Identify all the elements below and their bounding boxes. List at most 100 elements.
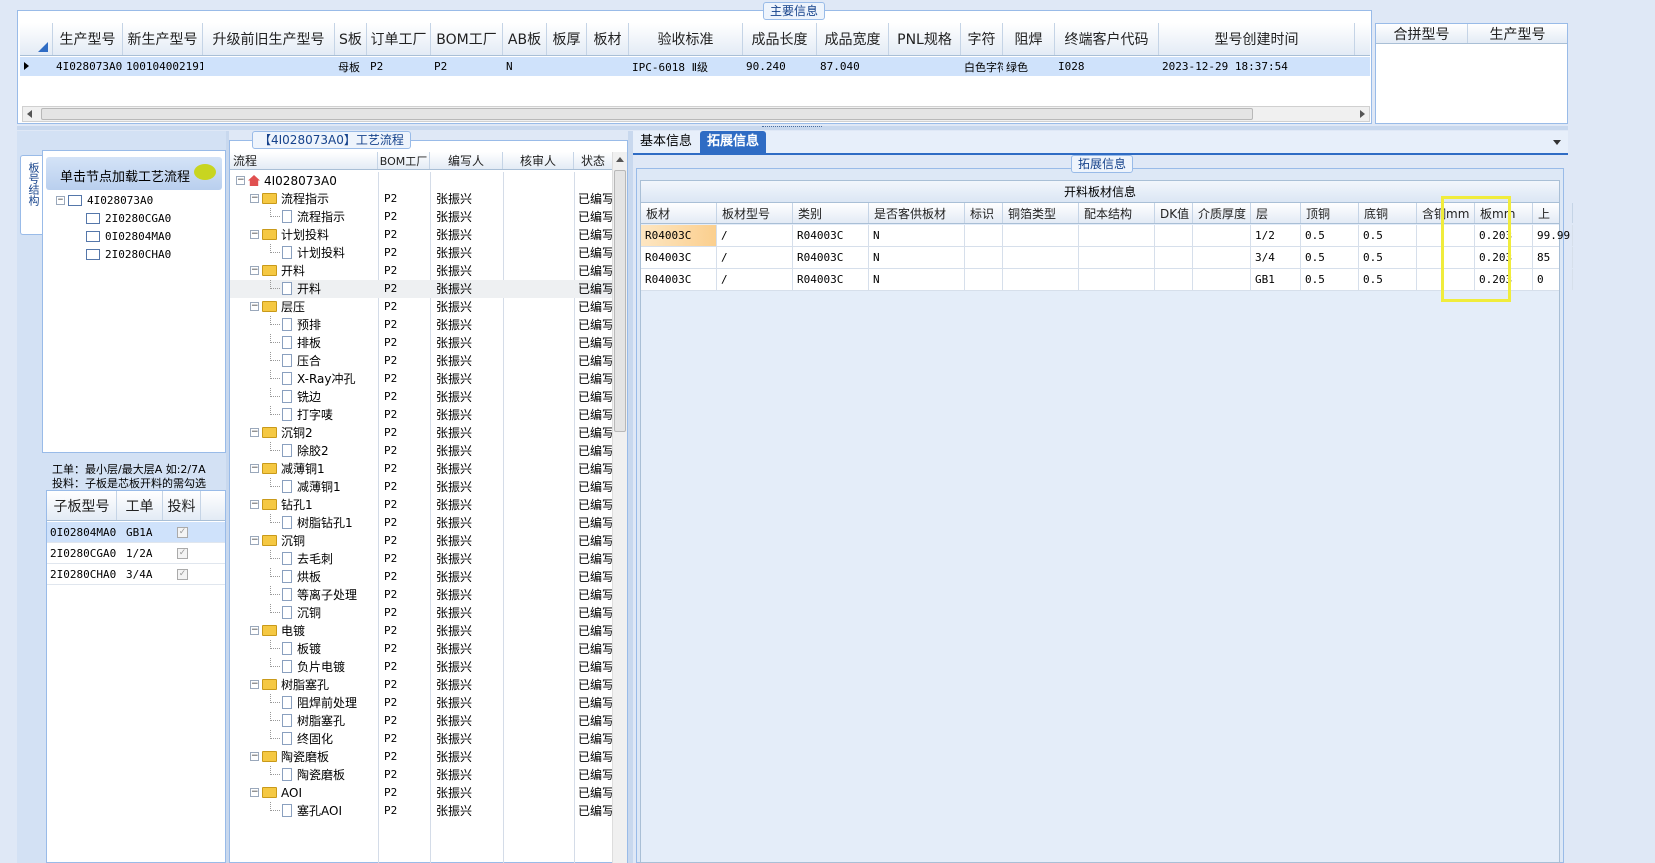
collapse-icon[interactable]: − <box>250 680 259 689</box>
material-cell[interactable]: R04003C <box>793 225 869 246</box>
vertical-splitter-left[interactable] <box>226 131 229 863</box>
main-info-row[interactable]: 4I028073A010010400219150母板P2P2NIPC-6018 … <box>20 57 1370 76</box>
material-row[interactable]: R04003C / R04003C N 3/4 0.5 0.5 0.203 85 <box>641 247 1573 269</box>
process-row[interactable]: 塞孔AOI P2 张振兴 已编写 <box>230 802 612 820</box>
main-cell[interactable]: 10010400219150 <box>123 57 203 76</box>
material-col[interactable]: 标识 <box>965 203 1003 223</box>
main-cell[interactable]: 母板 <box>335 57 367 76</box>
tree-child[interactable]: 0I02804MA0 <box>86 230 171 243</box>
process-row[interactable]: − 陶瓷磨板 P2 张振兴 已编写 <box>230 748 612 766</box>
main-col[interactable]: 升级前旧生产型号 <box>203 23 335 55</box>
material-col[interactable]: 介质厚度 <box>1193 203 1251 223</box>
scroll-left-icon[interactable] <box>27 110 32 118</box>
material-cell[interactable] <box>1193 247 1251 268</box>
material-cell[interactable] <box>1155 269 1193 290</box>
tab-basic-info[interactable]: 基本信息 <box>633 131 699 153</box>
material-col[interactable]: 配本结构 <box>1079 203 1155 223</box>
main-cell[interactable]: 2023-12-29 18:37:54 <box>1159 57 1355 76</box>
material-col[interactable]: 层 <box>1251 203 1301 223</box>
process-row[interactable]: 计划投料 P2 张振兴 已编写 <box>230 244 612 262</box>
process-row[interactable]: − 层压 P2 张振兴 已编写 <box>230 298 612 316</box>
process-row[interactable]: 流程指示 P2 张振兴 已编写 <box>230 208 612 226</box>
material-cell[interactable] <box>1003 247 1079 268</box>
material-col[interactable]: 是否客供板材 <box>869 203 965 223</box>
collapse-icon[interactable]: − <box>250 194 259 203</box>
process-row[interactable]: − 开料 P2 张振兴 已编写 <box>230 262 612 280</box>
main-col[interactable]: 型号创建时间 <box>1159 23 1355 55</box>
material-cell[interactable]: / <box>717 269 793 290</box>
main-cell[interactable]: P2 <box>367 57 431 76</box>
material-col[interactable]: 板材型号 <box>717 203 793 223</box>
main-cell[interactable]: 87.040 <box>817 57 889 76</box>
main-col[interactable]: 成品宽度 <box>817 23 889 55</box>
sub-board-row[interactable]: 0I02804MA0 GB1A ✓ <box>47 522 225 543</box>
material-col[interactable]: 底铜 <box>1359 203 1417 223</box>
material-cell[interactable]: R04003C <box>641 225 717 246</box>
collapse-icon[interactable]: − <box>250 788 259 797</box>
main-info-hscrollbar[interactable] <box>22 106 1370 122</box>
material-cell[interactable]: 0.5 <box>1301 269 1359 290</box>
collapse-icon[interactable]: − <box>250 626 259 635</box>
process-row[interactable]: − 减薄铜1 P2 张振兴 已编写 <box>230 460 612 478</box>
process-row[interactable]: − 计划投料 P2 张振兴 已编写 <box>230 226 612 244</box>
scroll-up-icon[interactable] <box>616 157 624 162</box>
process-row[interactable]: 排板 P2 张振兴 已编写 <box>230 334 612 352</box>
material-cell[interactable]: R04003C <box>793 247 869 268</box>
material-cell[interactable]: 0.5 <box>1301 225 1359 246</box>
process-row[interactable]: − 树脂塞孔 P2 张振兴 已编写 <box>230 676 612 694</box>
tree-child[interactable]: 2I0280CHA0 <box>86 248 171 261</box>
material-cell[interactable]: N <box>869 247 965 268</box>
main-col[interactable]: S板 <box>335 23 367 55</box>
material-cell[interactable]: N <box>869 269 965 290</box>
main-col[interactable]: 成品长度 <box>743 23 817 55</box>
tree-root[interactable]: −4I028073A0 <box>56 194 153 207</box>
material-cell[interactable]: R04003C <box>793 269 869 290</box>
process-row[interactable]: − 流程指示 P2 张振兴 已编写 <box>230 190 612 208</box>
material-cell[interactable] <box>965 225 1003 246</box>
main-cell[interactable]: 90.240 <box>743 57 817 76</box>
process-row[interactable]: 等离子处理 P2 张振兴 已编写 <box>230 586 612 604</box>
material-cell[interactable]: GB1 <box>1251 269 1301 290</box>
process-vscrollbar[interactable] <box>612 152 627 863</box>
material-cell[interactable]: 85 <box>1533 247 1573 268</box>
process-row[interactable]: 除胶2 P2 张振兴 已编写 <box>230 442 612 460</box>
process-row[interactable]: 终固化 P2 张振兴 已编写 <box>230 730 612 748</box>
material-col[interactable]: 顶铜 <box>1301 203 1359 223</box>
main-col[interactable]: 阻焊 <box>1003 23 1055 55</box>
process-row[interactable]: 负片电镀 P2 张振兴 已编写 <box>230 658 612 676</box>
process-row[interactable]: 烘板 P2 张振兴 已编写 <box>230 568 612 586</box>
scroll-thumb[interactable] <box>614 170 626 432</box>
main-cell[interactable] <box>547 57 587 76</box>
tab-extended-info[interactable]: 拓展信息 <box>700 131 767 153</box>
material-cell[interactable]: R04003C <box>641 269 717 290</box>
main-cell[interactable]: N <box>503 57 547 76</box>
material-col[interactable]: DK值 <box>1155 203 1193 223</box>
material-cell[interactable] <box>965 269 1003 290</box>
tab-menu-icon[interactable] <box>1553 140 1561 145</box>
main-cell[interactable]: P2 <box>431 57 503 76</box>
vertical-splitter[interactable] <box>628 131 633 863</box>
collapse-icon[interactable]: − <box>250 752 259 761</box>
process-row[interactable]: 预排 P2 张振兴 已编写 <box>230 316 612 334</box>
main-cell[interactable] <box>203 57 335 76</box>
main-col[interactable]: BOM工厂 <box>431 23 503 55</box>
material-cell[interactable]: 0.5 <box>1359 247 1417 268</box>
main-col[interactable]: 板厚 <box>547 23 587 55</box>
material-row[interactable]: R04003C / R04003C N 1/2 0.5 0.5 0.203 99.99 <box>641 225 1573 247</box>
collapse-icon[interactable]: − <box>250 428 259 437</box>
main-col[interactable]: 订单工厂 <box>367 23 431 55</box>
material-cell[interactable]: 0.5 <box>1301 247 1359 268</box>
material-cell[interactable] <box>1155 225 1193 246</box>
process-row[interactable]: 减薄铜1 P2 张振兴 已编写 <box>230 478 612 496</box>
material-cell[interactable] <box>1003 225 1079 246</box>
left-vertical-tab[interactable]: 板号结构 <box>20 155 42 235</box>
material-cell[interactable]: 0.5 <box>1359 225 1417 246</box>
process-row[interactable]: 树脂塞孔 P2 张振兴 已编写 <box>230 712 612 730</box>
process-row[interactable]: 树脂钻孔1 P2 张振兴 已编写 <box>230 514 612 532</box>
material-cell[interactable] <box>1079 269 1155 290</box>
process-row[interactable]: 打字唛 P2 张振兴 已编写 <box>230 406 612 424</box>
collapse-icon[interactable]: − <box>250 500 259 509</box>
feed-checkbox[interactable]: ✓ <box>177 527 188 538</box>
main-col[interactable]: PNL规格 <box>889 23 961 55</box>
material-cell[interactable]: 0 <box>1533 269 1573 290</box>
